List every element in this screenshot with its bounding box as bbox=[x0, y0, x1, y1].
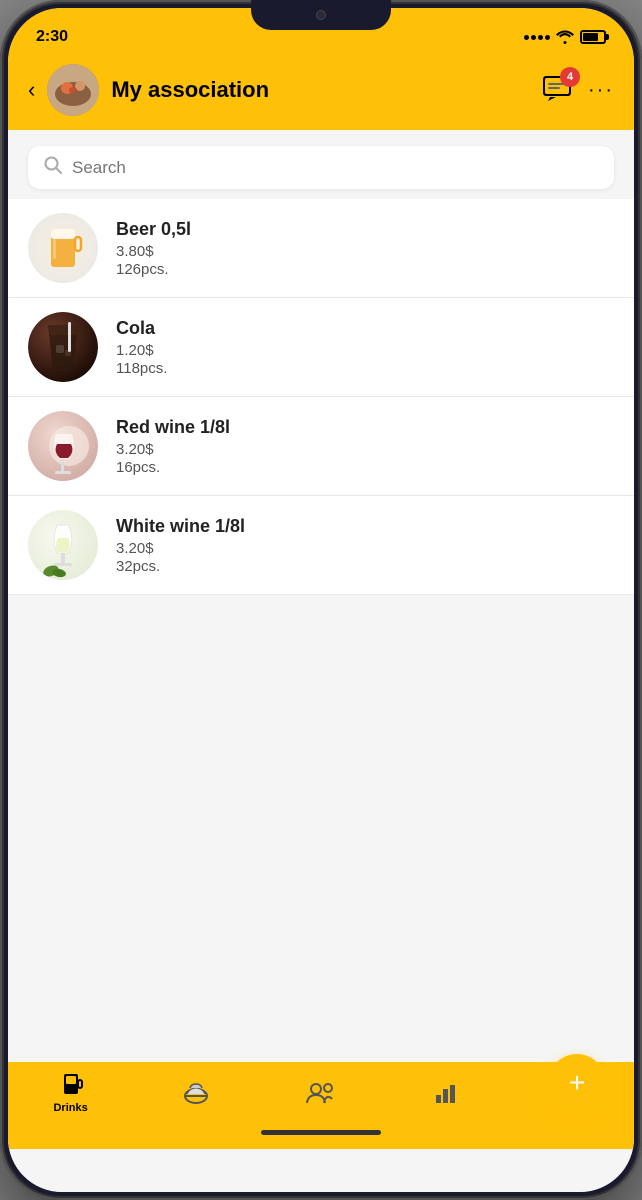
tab-members[interactable] bbox=[258, 1081, 383, 1105]
item-price: 3.20$ bbox=[116, 540, 614, 557]
item-name: Red wine 1/8l bbox=[116, 417, 614, 438]
drinks-icon bbox=[59, 1072, 83, 1098]
camera bbox=[316, 10, 326, 20]
avatar-image bbox=[47, 64, 99, 116]
empty-space bbox=[8, 595, 634, 675]
search-box bbox=[28, 146, 614, 189]
item-qty: 118pcs. bbox=[116, 360, 614, 377]
item-image-red-wine bbox=[28, 411, 98, 481]
items-list: Beer 0,5l 3.80$ 126pcs. bbox=[8, 199, 634, 1062]
chat-button[interactable]: 4 bbox=[542, 75, 572, 106]
signal-icon bbox=[524, 35, 550, 40]
item-qty: 16pcs. bbox=[116, 459, 614, 476]
notification-badge: 4 bbox=[560, 67, 580, 87]
home-bar bbox=[261, 1130, 381, 1135]
item-name: White wine 1/8l bbox=[116, 516, 614, 537]
nav-actions: 4 ··· bbox=[542, 75, 614, 106]
list-item[interactable]: Beer 0,5l 3.80$ 126pcs. bbox=[8, 199, 634, 298]
wifi-icon bbox=[556, 30, 574, 44]
tab-bar: Drinks bbox=[8, 1062, 634, 1122]
item-info: Beer 0,5l 3.80$ 126pcs. bbox=[116, 219, 614, 278]
notch bbox=[251, 0, 391, 30]
tab-food[interactable] bbox=[133, 1080, 258, 1106]
item-name: Beer 0,5l bbox=[116, 219, 614, 240]
search-icon bbox=[44, 156, 62, 179]
home-indicator bbox=[8, 1122, 634, 1149]
back-button[interactable]: ‹ bbox=[28, 77, 35, 103]
item-image-cola bbox=[28, 312, 98, 382]
list-item[interactable]: White wine 1/8l 3.20$ 32pcs. bbox=[8, 496, 634, 595]
food-icon bbox=[183, 1080, 209, 1106]
tab-drinks-label: Drinks bbox=[53, 1102, 87, 1114]
item-price: 3.80$ bbox=[116, 243, 614, 260]
item-price: 3.20$ bbox=[116, 441, 614, 458]
search-container bbox=[8, 130, 634, 199]
add-button[interactable]: + bbox=[548, 1054, 606, 1112]
more-button[interactable]: ··· bbox=[588, 79, 614, 102]
item-qty: 32pcs. bbox=[116, 558, 614, 575]
list-item[interactable]: Red wine 1/8l 3.20$ 16pcs. bbox=[8, 397, 634, 496]
status-icons bbox=[524, 30, 606, 44]
status-time: 2:30 bbox=[36, 28, 68, 46]
top-nav: ‹ My association bbox=[8, 56, 634, 130]
phone-screen: 2:30 ‹ bbox=[8, 8, 634, 1192]
stats-icon bbox=[434, 1081, 458, 1105]
item-info: Red wine 1/8l 3.20$ 16pcs. bbox=[116, 417, 614, 476]
nav-avatar bbox=[47, 64, 99, 116]
bottom-area: + Drinks bbox=[8, 1062, 634, 1192]
nav-title: My association bbox=[111, 77, 530, 103]
item-name: Cola bbox=[116, 318, 614, 339]
tab-stats[interactable] bbox=[384, 1081, 509, 1105]
battery-icon bbox=[580, 30, 606, 44]
item-price: 1.20$ bbox=[116, 342, 614, 359]
tab-drinks[interactable]: Drinks bbox=[8, 1072, 133, 1114]
item-image-white-wine bbox=[28, 510, 98, 580]
item-qty: 126pcs. bbox=[116, 261, 614, 278]
list-item[interactable]: Cola 1.20$ 118pcs. bbox=[8, 298, 634, 397]
members-icon bbox=[306, 1081, 336, 1105]
item-info: Cola 1.20$ 118pcs. bbox=[116, 318, 614, 377]
item-info: White wine 1/8l 3.20$ 32pcs. bbox=[116, 516, 614, 575]
search-input[interactable] bbox=[72, 158, 598, 178]
item-image-beer bbox=[28, 213, 98, 283]
phone-frame: 2:30 ‹ bbox=[0, 0, 642, 1200]
